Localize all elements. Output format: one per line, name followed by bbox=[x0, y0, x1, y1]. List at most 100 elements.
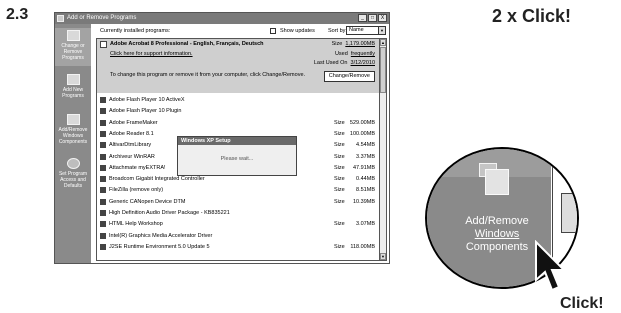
add-programs-icon bbox=[66, 74, 80, 85]
zoom-label-line1: Add/Remove bbox=[465, 215, 529, 227]
program-size-label: Size bbox=[334, 176, 345, 183]
program-size-label: Size bbox=[334, 187, 345, 194]
scroll-up-icon[interactable]: ▲ bbox=[380, 39, 386, 46]
program-size-label: Size bbox=[334, 164, 345, 171]
vertical-scrollbar[interactable]: ▲ ▼ bbox=[380, 38, 387, 261]
program-name: HTML Help Workshop bbox=[109, 221, 163, 228]
maximize-button[interactable]: □ bbox=[368, 14, 377, 22]
program-size-label: Size bbox=[334, 221, 345, 228]
selected-used: Used frequently bbox=[335, 51, 375, 57]
click-label: Click! bbox=[560, 295, 604, 312]
sidebar-item-label: Add New Programs bbox=[62, 87, 84, 99]
sort-by-label: Sort by: bbox=[328, 28, 347, 34]
zoom-list-item bbox=[561, 193, 577, 233]
windows-components-icon bbox=[66, 114, 80, 125]
program-size: 3.37MB bbox=[356, 153, 375, 160]
change-remove-button[interactable]: Change/Remove bbox=[323, 71, 375, 82]
minimize-button[interactable]: _ bbox=[358, 14, 367, 22]
selected-last-used: Last Used On 3/12/2010 bbox=[314, 60, 375, 66]
windows-components-icon bbox=[485, 169, 509, 195]
support-link[interactable]: Click here for support information. bbox=[110, 51, 193, 57]
program-size: 0.44MB bbox=[356, 176, 375, 183]
program-size: 10.39MB bbox=[352, 198, 375, 205]
sidebar-item-program-access[interactable]: Set Program Access and Defaults bbox=[55, 158, 91, 189]
selected-program[interactable]: Adobe Acrobat 8 Professional - English, … bbox=[97, 39, 379, 93]
program-row[interactable]: FileZilla (remove only) Size 8.51MB bbox=[97, 185, 379, 195]
last-used-label: Last Used On bbox=[313, 60, 348, 66]
mouse-pointer-icon bbox=[535, 240, 567, 292]
show-updates-checkbox[interactable] bbox=[270, 28, 276, 34]
step-number: 2.3 bbox=[6, 6, 29, 23]
scroll-thumb[interactable] bbox=[380, 47, 386, 93]
program-size-label: Size bbox=[334, 198, 345, 205]
window-icon bbox=[57, 15, 64, 22]
show-updates-label: Show updates bbox=[280, 28, 315, 34]
sidebar-item-windows-components[interactable]: Add/Remove Windows Components bbox=[55, 114, 91, 145]
program-icon bbox=[100, 153, 106, 160]
selected-size: Size 1,179.00MB bbox=[332, 41, 375, 47]
sidebar-item-label: Add/Remove Windows Components bbox=[58, 127, 88, 145]
program-name: Intel(R) Graphics Media Accelerator Driv… bbox=[109, 232, 213, 239]
program-icon bbox=[100, 176, 106, 183]
program-row[interactable]: Adobe Flash Player 10 ActiveX bbox=[97, 95, 379, 105]
program-name: AltivarDtmLibrary bbox=[109, 142, 152, 149]
program-name: J2SE Runtime Environment 5.0 Update 5 bbox=[109, 243, 210, 250]
program-icon bbox=[100, 243, 106, 250]
sidebar: Change or Remove Programs Add New Progra… bbox=[55, 24, 91, 263]
setup-dialog-message: Please wait... bbox=[220, 156, 254, 162]
size-label: Size bbox=[331, 41, 343, 47]
installed-programs-label: Currently installed programs: bbox=[100, 28, 171, 34]
program-name: High Definition Audio Driver Package - K… bbox=[109, 210, 230, 216]
setup-dialog-title: Windows XP Setup bbox=[178, 137, 296, 145]
acrobat-icon bbox=[100, 41, 107, 48]
sidebar-item-label: Set Program Access and Defaults bbox=[58, 171, 88, 189]
program-size-label: Size bbox=[334, 153, 345, 160]
program-icon bbox=[100, 232, 106, 239]
program-row[interactable]: J2SE Runtime Environment 5.0 Update 5 Siz… bbox=[97, 242, 379, 252]
window-titlebar: Add or Remove Programs _ □ X bbox=[55, 13, 389, 24]
program-size: 118.00MB bbox=[350, 243, 375, 250]
change-instruction: To change this program or remove it from… bbox=[110, 72, 306, 78]
program-size-label: Size bbox=[334, 130, 345, 137]
program-name: FileZilla (remove only) bbox=[109, 187, 164, 194]
program-size: 529.00MB bbox=[349, 119, 375, 126]
add-remove-programs-window: Add or Remove Programs _ □ X Change or R… bbox=[54, 12, 390, 264]
program-row[interactable]: High Definition Audio Driver Package - K… bbox=[97, 208, 379, 218]
program-icon bbox=[100, 187, 106, 194]
program-size: 100.00MB bbox=[349, 130, 375, 137]
program-row[interactable]: Adobe Flash Player 10 Plugin bbox=[97, 106, 379, 116]
instruction-title: 2 x Click! bbox=[492, 6, 572, 26]
sort-by-select[interactable]: Name ▼ bbox=[346, 26, 386, 35]
program-row[interactable]: Generic CANopen Device DTM Size 10.39MB bbox=[97, 197, 379, 207]
program-icon bbox=[100, 97, 106, 103]
close-button[interactable]: X bbox=[378, 14, 387, 22]
program-name: Adobe Flash Player 10 Plugin bbox=[109, 108, 182, 115]
program-row[interactable]: Intel(R) Graphics Media Accelerator Driv… bbox=[97, 231, 379, 241]
sidebar-item-change-remove[interactable]: Change or Remove Programs bbox=[55, 28, 91, 66]
programs-list: Adobe Acrobat 8 Professional - English, … bbox=[96, 38, 380, 261]
program-size: 4.54MB bbox=[356, 142, 375, 149]
program-size: 3.07MB bbox=[356, 221, 375, 228]
sidebar-item-add-new[interactable]: Add New Programs bbox=[55, 74, 91, 99]
program-icon bbox=[100, 210, 106, 216]
program-row[interactable]: Adobe FrameMaker Size 529.00MB bbox=[97, 118, 379, 128]
program-icon bbox=[100, 221, 106, 228]
used-label: Used bbox=[334, 51, 348, 57]
program-icon bbox=[100, 119, 106, 126]
program-icon bbox=[100, 164, 106, 171]
program-row[interactable]: HTML Help Workshop Size 3.07MB bbox=[97, 219, 379, 229]
program-icon bbox=[100, 130, 106, 137]
program-size-label: Size bbox=[334, 243, 345, 250]
program-icon bbox=[100, 142, 106, 149]
scroll-down-icon[interactable]: ▼ bbox=[380, 253, 386, 260]
topbar: Currently installed programs: Show updat… bbox=[92, 24, 389, 38]
program-size-label: Size bbox=[334, 142, 345, 149]
window-title: Add or Remove Programs bbox=[67, 15, 137, 21]
program-name: Archiveur WinRAR bbox=[109, 153, 155, 160]
selected-program-name: Adobe Acrobat 8 Professional - English, … bbox=[110, 41, 264, 47]
last-used-value: 3/12/2010 bbox=[350, 60, 375, 66]
program-name: Adobe Reader 8.1 bbox=[109, 130, 154, 137]
program-name: Generic CANopen Device DTM bbox=[109, 198, 186, 205]
program-name: Adobe Flash Player 10 ActiveX bbox=[109, 97, 185, 103]
change-remove-icon bbox=[66, 30, 80, 41]
